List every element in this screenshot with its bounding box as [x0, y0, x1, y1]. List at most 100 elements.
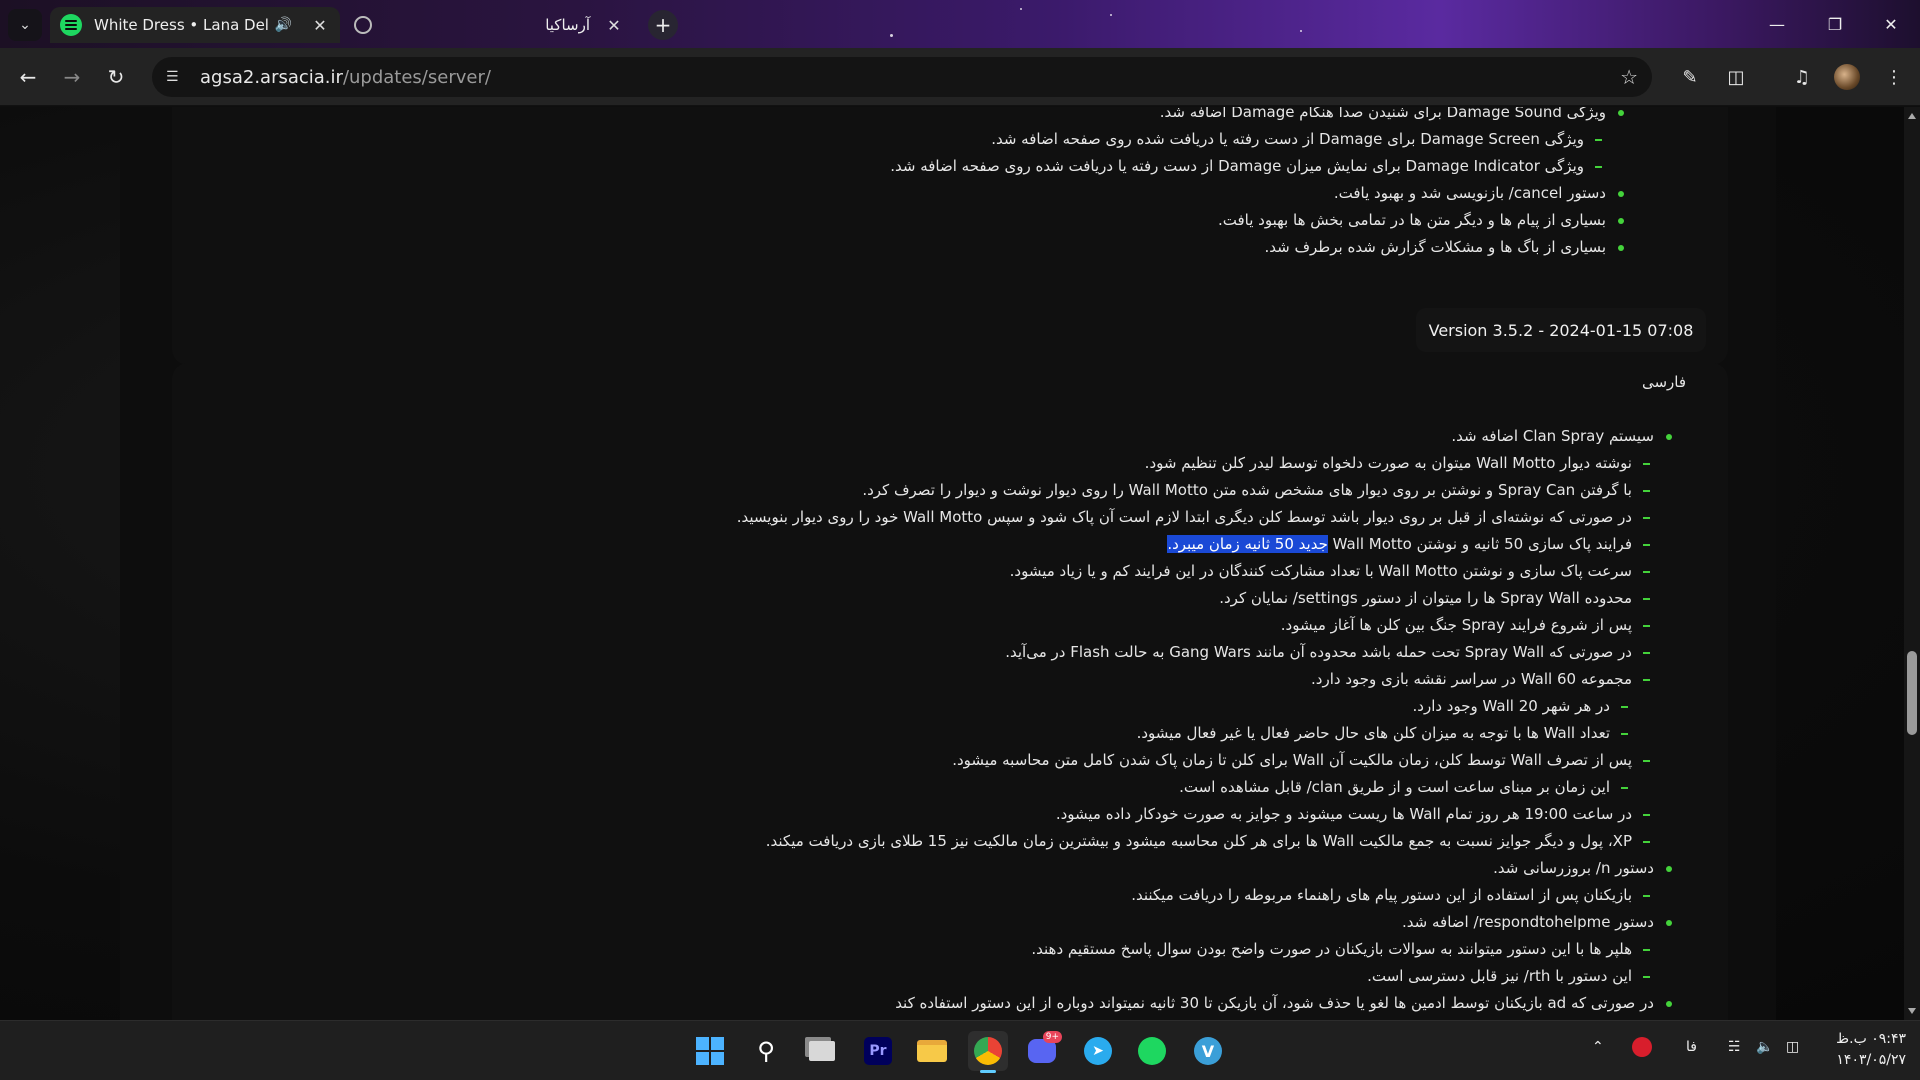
changelog-item: در هر شهر 20 Wall وجود دارد. — [737, 693, 1676, 720]
changelog-item: بازیکنان پس از استفاده از این دستور پیام… — [737, 882, 1676, 909]
v-app-icon: V — [1194, 1037, 1222, 1065]
changelog-text: مجموعه 60 Wall در سراسر نقشه بازی وجود د… — [1311, 670, 1632, 688]
changelog-item: پس از شروع فرایند Spray جنگ بین کلن ها آ… — [737, 612, 1676, 639]
changelog-item: ویژگی Damage Screen برای Damage از دست ر… — [890, 126, 1628, 153]
battery-icon[interactable]: ◫ — [1786, 1039, 1799, 1055]
wifi-icon[interactable]: ☵ — [1728, 1039, 1741, 1055]
bookmark-star-icon[interactable]: ☆ — [1620, 65, 1638, 89]
url-host: agsa2.arsacia.ir — [200, 66, 343, 88]
site-info-icon[interactable]: ☰ — [166, 69, 188, 85]
close-tab-icon[interactable]: ✕ — [310, 16, 330, 35]
telegram-button[interactable]: ➤ — [1078, 1031, 1118, 1071]
forward-button[interactable]: → — [56, 61, 88, 93]
changelog-item: پس از تصرف Wall توسط کلن، زمان مالکیت آن… — [737, 747, 1676, 774]
tab-arsacia[interactable]: آرساکیا ✕ — [344, 7, 634, 43]
changelog-item: بسیاری از پیام ها و دیگر متن ها در تمامی… — [890, 207, 1628, 234]
volume-icon[interactable]: 🔈 — [1756, 1039, 1773, 1055]
extensions-icon[interactable]: ◫ — [1720, 61, 1752, 93]
restore-button[interactable]: ❐ — [1806, 0, 1864, 48]
changelog-text: فرایند پاک سازی 50 ثانیه و نوشتن Wall Mo… — [1327, 535, 1632, 553]
tab-search-button[interactable]: ⌄ — [8, 9, 42, 41]
changelog-item: ویژگی Damage Indicator برای نمایش میزان … — [890, 153, 1628, 180]
magic-wand-icon[interactable]: ✎ — [1674, 61, 1706, 93]
spotify-button[interactable] — [1132, 1031, 1172, 1071]
vivaldi-tray-icon[interactable] — [1632, 1037, 1652, 1057]
minimize-icon: — — [1769, 14, 1785, 34]
task-view-button[interactable] — [802, 1031, 842, 1071]
clock-date: ۱۴۰۳/۰۵/۲۷ — [1836, 1052, 1906, 1068]
scroll-down-icon[interactable] — [1908, 1008, 1916, 1014]
version-label: Version 3.5.2 - 2024-01-15 07:08 — [1428, 320, 1694, 340]
changelog-item: نوشته دیوار Wall Motto میتوان به صورت دل… — [737, 450, 1676, 477]
minimize-button[interactable]: — — [1748, 0, 1806, 48]
start-button[interactable] — [690, 1031, 730, 1071]
close-window-button[interactable]: ✕ — [1862, 0, 1920, 48]
changelog-text: سیستم Clan Spray اضافه شد. — [1451, 427, 1654, 445]
media-control-icon[interactable]: ♫ — [1786, 61, 1818, 93]
changelog-text: هلپر ها با این دستور میتوانند به سوالات … — [1031, 940, 1632, 958]
back-button[interactable]: ← — [12, 61, 44, 93]
discord-button[interactable]: 9+ — [1022, 1031, 1062, 1071]
speaker-icon[interactable]: 🔊 — [275, 17, 292, 33]
windows-logo-icon — [696, 1037, 724, 1065]
menu-kebab-icon[interactable]: ⋮ — [1878, 61, 1910, 93]
input-language[interactable]: فا — [1686, 1039, 1697, 1055]
active-indicator — [980, 1070, 996, 1073]
decor-star — [1300, 30, 1302, 32]
reload-button[interactable]: ↻ — [100, 61, 132, 93]
changelog-text: در صورتی که Spray Wall تحت حمله باشد محد… — [1005, 643, 1632, 661]
system-clock[interactable]: ۰۹:۴۳ ب.ظ ۱۴۰۳/۰۵/۲۷ — [1836, 1029, 1906, 1071]
changelog-text: این زمان بر مبنای ساعت است و از طریق cla… — [1179, 778, 1610, 796]
changelog-text: بسیاری از باگ ها و مشکلات گزارش شده برطر… — [1264, 238, 1607, 256]
changelog-item: تعداد Wall ها با توجه به میزان کلن های ح… — [737, 720, 1676, 747]
changelog-item: فرایند پاک سازی 50 ثانیه و نوشتن Wall Mo… — [737, 531, 1676, 558]
url-text[interactable]: agsa2.arsacia.ir/updates/server/ — [200, 67, 491, 88]
changelog-item: ویژگی Damage Sound برای شنیدن صدا هنگام … — [890, 107, 1628, 126]
v-app-button[interactable]: V — [1188, 1031, 1228, 1071]
tray-overflow-icon[interactable]: ⌃ — [1592, 1039, 1604, 1055]
globe-icon — [354, 16, 372, 34]
chrome-button[interactable] — [968, 1031, 1008, 1073]
task-view-icon — [809, 1041, 835, 1061]
changelog-item: با گرفتن Spray Can و نوشتن بر روی دیوار … — [737, 477, 1676, 504]
scrollbar-thumb[interactable] — [1907, 651, 1917, 735]
changelog-item: دستور respondtohelpme/ اضافه شد. — [737, 909, 1676, 936]
folder-icon — [917, 1040, 947, 1062]
arrow-right-icon: → — [63, 65, 81, 89]
url-path: /updates/server/ — [342, 66, 491, 88]
changelog-item: هلپر ها با این دستور میتوانند به سوالات … — [737, 936, 1676, 963]
version-header: Version 3.5.2 - 2024-01-15 07:08 — [1416, 308, 1706, 352]
changelog-item: سرعت پاک سازی و نوشتن Wall Motto با تعدا… — [737, 558, 1676, 585]
decor-star — [1110, 14, 1112, 16]
address-bar[interactable]: ☰ agsa2.arsacia.ir/updates/server/ ☆ — [152, 57, 1652, 97]
premiere-pro-icon: Pr — [864, 1037, 892, 1065]
changelog-item: در صورتی که نوشته‌ای از قبل بر روی دیوار… — [737, 504, 1676, 531]
profile-avatar[interactable] — [1834, 64, 1860, 90]
decor-star — [890, 34, 893, 37]
changelog-text: در صورتی که نوشته‌ای از قبل بر روی دیوار… — [736, 508, 1632, 526]
search-icon: ⚲ — [757, 1037, 775, 1065]
close-icon: ✕ — [1884, 14, 1898, 34]
new-tab-button[interactable]: + — [648, 10, 678, 40]
chevron-down-icon: ⌄ — [19, 17, 31, 33]
changelog-text: در هر شهر 20 Wall وجود دارد. — [1412, 697, 1611, 715]
chrome-icon — [974, 1037, 1002, 1065]
close-tab-icon[interactable]: ✕ — [604, 16, 624, 35]
search-button[interactable]: ⚲ — [746, 1031, 786, 1071]
content-panel: ویژگی Damage Sound برای شنیدن صدا هنگام … — [120, 107, 1776, 1020]
changelog-text: با گرفتن Spray Can و نوشتن بر روی دیوار … — [862, 481, 1632, 499]
plus-icon: + — [654, 13, 672, 37]
premiere-pro-button[interactable]: Pr — [858, 1031, 898, 1071]
changelog-item: در صورتی که Spray Wall تحت حمله باشد محد… — [737, 639, 1676, 666]
changelog-text: سرعت پاک سازی و نوشتن Wall Motto با تعدا… — [1009, 562, 1632, 580]
vertical-scrollbar[interactable] — [1904, 107, 1920, 1020]
changelog-text: بسیاری از پیام ها و دیگر متن ها در تمامی… — [1218, 211, 1606, 229]
changelog-text: دستور cancel/ بازنویسی شد و بهبود یافت. — [1333, 184, 1606, 202]
changelog-text: بازیکنان پس از استفاده از این دستور پیام… — [1131, 886, 1632, 904]
scroll-up-icon[interactable] — [1908, 113, 1916, 119]
windows-taskbar: ⚲ Pr 9+ ➤ V ⌃ فا ☵ 🔈 ◫ ۰۹:۴۳ ب.ظ ۱۴۰۳/۰۵… — [0, 1020, 1920, 1080]
changelog-item: محدوده Spray Wall ها را میتوان از دستور … — [737, 585, 1676, 612]
changelog-text: تعداد Wall ها با توجه به میزان کلن های ح… — [1136, 724, 1610, 742]
file-explorer-button[interactable] — [912, 1031, 952, 1071]
tab-spotify[interactable]: White Dress • Lana Del Rey 🔊 ✕ — [50, 7, 340, 43]
